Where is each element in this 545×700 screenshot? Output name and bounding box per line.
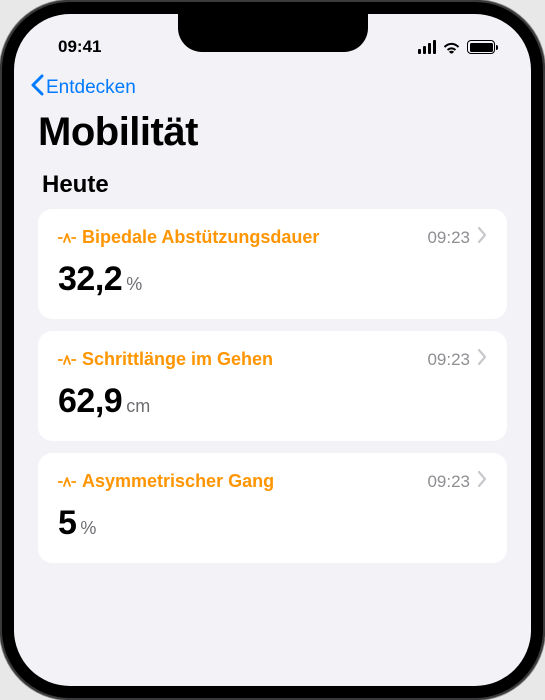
card-time: 09:23 — [427, 228, 470, 248]
battery-icon — [467, 40, 495, 54]
mobility-icon — [58, 475, 76, 489]
section-title: Heute — [14, 167, 531, 209]
cards-list: Bipedale Abstützungsdauer 09:23 32,2 % — [14, 209, 531, 563]
mobility-icon — [58, 231, 76, 245]
status-time: 09:41 — [44, 37, 101, 57]
page-title: Mobilität — [14, 106, 531, 167]
wifi-icon — [442, 40, 461, 54]
chevron-left-icon — [30, 74, 44, 102]
card-unit: cm — [126, 396, 150, 417]
mobility-icon — [58, 353, 76, 367]
back-label: Entdecken — [46, 77, 136, 99]
card-bipedale[interactable]: Bipedale Abstützungsdauer 09:23 32,2 % — [38, 209, 507, 319]
nav-bar: Entdecken — [14, 66, 531, 106]
device-notch — [178, 14, 368, 52]
card-value: 32,2 — [58, 260, 122, 299]
card-time: 09:23 — [427, 350, 470, 370]
cellular-signal-icon — [418, 40, 437, 54]
card-unit: % — [80, 518, 96, 539]
card-unit: % — [126, 274, 142, 295]
card-asymmetrischer[interactable]: Asymmetrischer Gang 09:23 5 % — [38, 453, 507, 563]
chevron-right-icon — [478, 349, 487, 370]
card-title: Asymmetrischer Gang — [82, 471, 274, 492]
card-time: 09:23 — [427, 472, 470, 492]
card-value: 5 — [58, 504, 76, 543]
card-title: Bipedale Abstützungsdauer — [82, 227, 319, 248]
chevron-right-icon — [478, 471, 487, 492]
card-value: 62,9 — [58, 382, 122, 421]
card-title: Schrittlänge im Gehen — [82, 349, 273, 370]
card-schrittlaenge[interactable]: Schrittlänge im Gehen 09:23 62,9 cm — [38, 331, 507, 441]
chevron-right-icon — [478, 227, 487, 248]
back-button[interactable]: Entdecken — [30, 74, 136, 102]
